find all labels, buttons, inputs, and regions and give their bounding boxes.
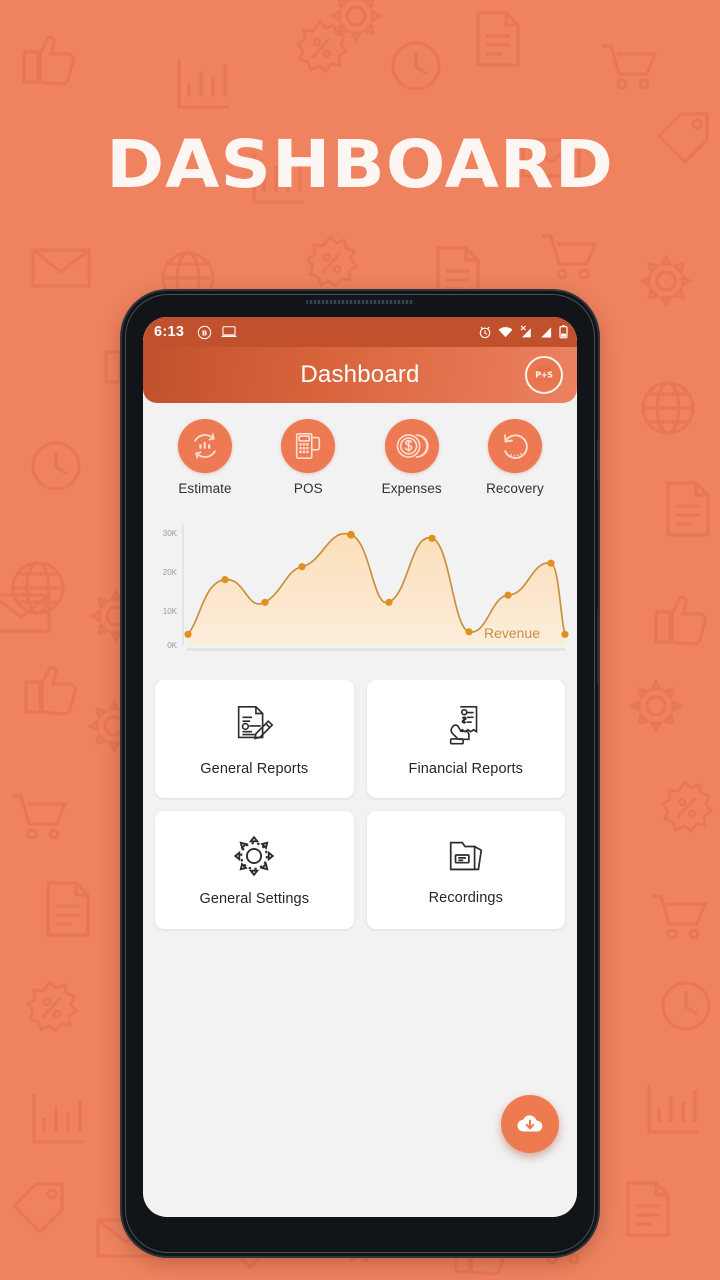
document-pen-icon <box>238 705 274 739</box>
gear-icon <box>233 835 275 876</box>
quick-action-recovery-label: Recovery <box>486 481 544 496</box>
brand-logo-icon: P+S <box>535 367 554 381</box>
download-fab[interactable] <box>501 1095 559 1153</box>
cloud-download-icon <box>517 1115 543 1132</box>
circled-b-icon: B <box>198 325 212 339</box>
phone-mockup: 6:13 B Dashboard P+S Estimate POS Expens… <box>122 291 598 1256</box>
card-general-reports[interactable]: General Reports <box>155 680 354 798</box>
card-recordings[interactable]: Recordings <box>366 811 565 929</box>
page-title: DASHBOARD <box>106 126 614 203</box>
app-bar: Dashboard P+S <box>143 347 577 403</box>
quick-action-expenses-circle <box>384 419 439 473</box>
quick-action-expenses[interactable]: Expenses <box>370 419 454 496</box>
card-general-settings-label: General Settings <box>199 890 310 907</box>
signal-no-sim-icon <box>520 325 531 338</box>
folder-card-icon <box>449 841 482 870</box>
svg-text:B: B <box>202 328 207 337</box>
svg-text:10K: 10K <box>163 607 178 616</box>
revenue-chart[interactable]: 30K 20K 10K 0K Revenue <box>143 508 577 676</box>
hand-receipt-icon <box>449 705 478 745</box>
svg-text:30K: 30K <box>163 529 178 538</box>
chart-legend-label: Revenue <box>484 625 540 641</box>
quick-actions-row: Estimate POS Expenses Recovery <box>143 403 577 508</box>
dashboard-card-grid: General Reports Financial Reports Genera… <box>143 676 577 929</box>
card-recordings-label: Recordings <box>428 889 503 906</box>
quick-action-estimate-label: Estimate <box>178 481 232 496</box>
chart-y-axis-labels: 30K 20K 10K 0K <box>163 529 178 650</box>
estimate-cycle-icon <box>194 433 216 459</box>
card-general-settings[interactable]: General Settings <box>155 811 354 929</box>
alarm-icon <box>479 326 491 339</box>
phone-screen: 6:13 B Dashboard P+S Estimate POS Expens… <box>143 317 577 1217</box>
phone-power-button[interactable] <box>597 439 598 481</box>
quick-action-pos-circle <box>281 419 336 473</box>
coins-dollar-icon <box>396 434 429 458</box>
card-general-reports-label: General Reports <box>200 760 309 777</box>
quick-action-estimate-circle <box>178 419 232 473</box>
signal-icon <box>541 326 552 337</box>
laptop-icon <box>221 326 237 337</box>
quick-action-recovery[interactable]: Recovery <box>473 419 557 496</box>
quick-action-pos-label: POS <box>293 481 323 496</box>
phone-speaker-grille <box>306 300 414 304</box>
wifi-icon <box>498 326 513 337</box>
phone-volume-button[interactable] <box>597 609 598 683</box>
quick-action-recovery-circle <box>487 419 542 473</box>
pos-terminal-icon <box>296 432 321 460</box>
svg-text:P+S: P+S <box>535 371 553 380</box>
status-bar: 6:13 B <box>143 317 577 347</box>
svg-text:20K: 20K <box>163 568 178 577</box>
quick-action-pos[interactable]: POS <box>266 419 350 496</box>
quick-action-expenses-label: Expenses <box>381 481 442 496</box>
profile-logo-button[interactable]: P+S <box>525 356 563 394</box>
card-financial-reports[interactable]: Financial Reports <box>366 680 565 798</box>
app-bar-title: Dashboard <box>300 361 420 388</box>
card-financial-reports-label: Financial Reports <box>408 760 524 777</box>
status-bar-clock: 6:13 <box>154 324 185 340</box>
quick-action-estimate[interactable]: Estimate <box>163 419 247 496</box>
battery-icon <box>559 325 568 339</box>
recovery-arrow-icon <box>504 434 528 459</box>
revenue-chart-svg: 30K 20K 10K 0K Revenue <box>163 524 569 651</box>
svg-text:0K: 0K <box>167 641 177 650</box>
